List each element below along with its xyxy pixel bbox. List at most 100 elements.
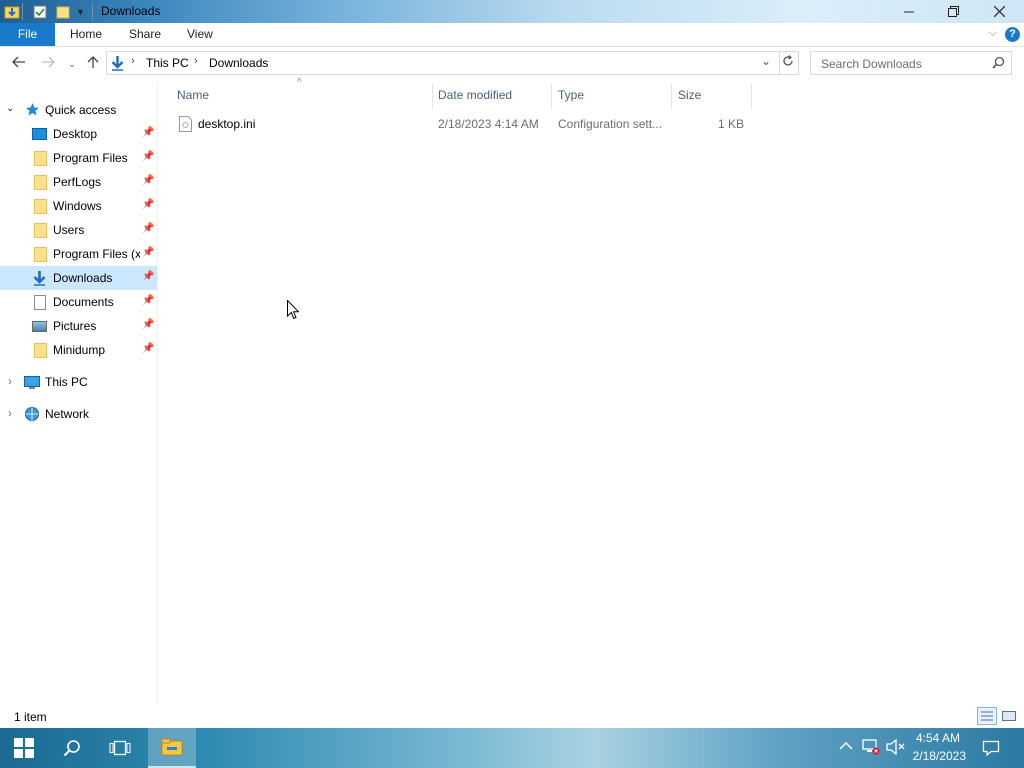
breadcrumb-downloads[interactable]: Downloads [209,56,268,70]
folder-icon [34,343,47,358]
file-date-modified: 2/18/2023 4:14 AM [438,117,539,131]
column-type[interactable]: Type [558,87,584,109]
title-bar: ▼ Downloads [0,0,1024,23]
pin-icon: 📌 [142,247,155,258]
nav-label: Program Files [53,151,128,165]
nav-label: Downloads [53,271,113,285]
navigation-pane: ⌄ Quick access Desktop 📌 Program Files 📌… [0,95,157,705]
task-view-icon[interactable] [96,728,144,768]
pin-icon: 📌 [142,199,155,210]
column-name[interactable]: Name [177,87,209,109]
folder-icon [34,151,47,166]
close-button[interactable] [976,0,1022,23]
chevron-right-icon: › [131,55,135,67]
details-view-icon[interactable] [977,707,997,725]
back-button[interactable] [9,55,29,73]
chevron-right-icon[interactable]: › [8,374,12,388]
sort-ascending-icon: ^ [297,77,302,88]
nav-item-minidump[interactable]: Minidump 📌 [0,338,157,362]
help-icon[interactable]: ? [1005,27,1020,42]
tab-file[interactable]: File [0,23,55,46]
table-row[interactable]: desktop.ini 2/18/2023 4:14 AM Configurat… [172,111,752,135]
nav-item-users[interactable]: Users 📌 [0,218,157,242]
nav-label: PerfLogs [53,175,102,189]
nav-label: Documents [53,295,114,309]
show-hidden-icons-chevron[interactable] [839,739,853,754]
network-icon [24,407,40,425]
recent-locations-button[interactable]: ⌄ [62,55,82,73]
column-divider[interactable] [432,84,433,110]
column-divider[interactable] [751,84,752,110]
nav-this-pc[interactable]: › This PC [0,370,157,394]
customize-quick-access-icon[interactable]: ▼ [76,3,85,20]
download-arrow-icon [110,55,125,74]
breadcrumb-this-pc[interactable]: This PC [146,56,189,70]
nav-quick-access[interactable]: ⌄ Quick access [0,98,157,122]
nav-item-documents[interactable]: Documents 📌 [0,290,157,314]
nav-item-program-files-x86[interactable]: Program Files (x86) 📌 [0,242,157,266]
nav-label: Desktop [53,127,98,141]
new-folder-icon[interactable] [56,3,70,20]
column-size[interactable]: Size [678,87,701,109]
documents-icon [34,295,46,310]
nav-item-program-files[interactable]: Program Files 📌 [0,146,157,170]
nav-network[interactable]: › Network [0,402,157,426]
column-date-modified[interactable]: Date modified [438,87,512,109]
pane-divider[interactable] [157,83,158,703]
minimize-button[interactable] [886,0,932,23]
download-arrow-icon [32,270,47,289]
folder-icon [34,223,47,238]
tab-home[interactable]: Home [58,23,114,46]
nav-label: Network [45,407,90,421]
start-button[interactable] [0,728,48,768]
nav-label: This PC [45,375,88,389]
nav-item-desktop[interactable]: Desktop 📌 [0,122,157,146]
clock-date[interactable]: 2/18/2023 [886,749,966,763]
folder-icon [34,199,47,214]
nav-label: Pictures [53,319,97,333]
action-center-icon[interactable] [968,728,1014,768]
file-explorer-taskbar-button[interactable] [148,728,196,768]
network-disconnected-icon[interactable] [862,739,880,758]
app-icon[interactable] [4,3,20,20]
pin-icon: 📌 [142,319,155,330]
column-divider[interactable] [671,84,672,110]
nav-item-windows[interactable]: Windows 📌 [0,194,157,218]
nav-item-pictures[interactable]: Pictures 📌 [0,314,157,338]
address-bar[interactable]: › This PC › Downloads ⌄ [106,51,780,75]
expand-ribbon-icon[interactable]: ⌵ [989,27,997,40]
column-divider[interactable] [551,84,552,110]
nav-label: Quick access [45,103,117,117]
nav-item-perflogs[interactable]: PerfLogs 📌 [0,170,157,194]
restore-button[interactable] [930,0,976,23]
computer-icon [24,376,40,393]
address-dropdown-icon[interactable]: ⌄ [761,54,771,68]
forward-button[interactable] [38,55,58,73]
file-name: desktop.ini [198,117,256,131]
refresh-button[interactable] [778,51,799,75]
chevron-down-icon[interactable]: ⌄ [6,103,14,114]
search-icon[interactable] [992,56,1005,72]
nav-item-downloads[interactable]: Downloads 📌 [0,266,157,290]
pin-icon: 📌 [142,343,155,354]
nav-label: Users [53,223,85,237]
search-icon[interactable] [48,728,96,768]
file-type: Configuration sett... [558,117,663,131]
tab-share[interactable]: Share [117,23,173,46]
nav-label: Program Files (x86) [53,247,140,261]
search-box[interactable] [810,51,1012,75]
nav-label: Windows [53,199,102,213]
chevron-right-icon[interactable]: › [8,406,12,420]
large-icons-view-icon[interactable] [1001,709,1017,726]
ribbon-tabs: File Home Share View ⌵ ? [0,23,1024,47]
taskbar: 4:54 AM 2/18/2023 [0,728,1024,768]
nav-label: Minidump [53,343,106,357]
search-input[interactable] [819,55,988,73]
properties-icon[interactable] [33,3,47,20]
pin-icon: 📌 [142,127,155,138]
tab-view[interactable]: View [175,23,225,46]
clock-time[interactable]: 4:54 AM [880,731,960,745]
star-icon [25,102,40,120]
up-button[interactable] [83,55,103,73]
folder-icon [34,175,47,190]
